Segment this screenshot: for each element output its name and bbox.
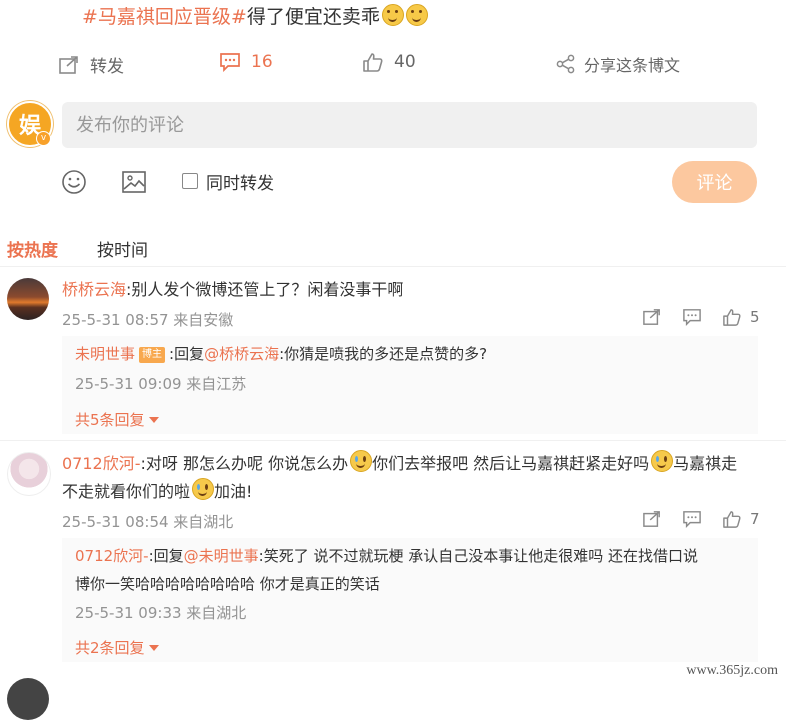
tab-sort-time[interactable]: 按时间 — [97, 236, 148, 261]
comment-text: 桥桥云海:别人发个微博还管上了？闲着没事干啊 — [62, 276, 403, 304]
comment-button[interactable]: 16 — [219, 52, 273, 72]
emoji-picker-icon[interactable] — [61, 169, 87, 195]
comment-body: 加油! — [214, 482, 253, 501]
share-icon — [556, 54, 575, 74]
thumbs-up-icon[interactable] — [722, 308, 742, 326]
repost-icon[interactable] — [642, 510, 662, 528]
comment-actions: 5 — [642, 308, 760, 326]
smile-emoji-icon — [381, 4, 404, 26]
blogger-badge: 博主 — [139, 347, 166, 363]
post-action-bar: 转发 16 40 分享这条博文 — [0, 44, 786, 84]
reply-meta: 25-5-31 09:33 来自湖北 — [75, 604, 247, 622]
post-text: #马嘉祺回应晋级#得了便宜还卖乖 — [82, 2, 428, 29]
divider — [0, 266, 786, 267]
comment-body: :别人发个微博还管上了？闲着没事干啊 — [126, 280, 404, 299]
share-label: 分享这条博文 — [584, 56, 681, 75]
comment-icon[interactable] — [682, 510, 702, 528]
reply-meta: 25-5-31 09:09 来自江苏 — [75, 375, 247, 393]
avatar[interactable] — [7, 278, 49, 320]
crying-emoji-icon — [192, 478, 215, 500]
reply-mention[interactable]: @未明世事 — [184, 547, 259, 565]
post-body: 得了便宜还卖乖 — [246, 6, 380, 28]
more-replies-label: 共2条回复 — [75, 639, 145, 657]
comment-username[interactable]: 桥桥云海 — [62, 280, 126, 299]
repost-checkbox[interactable] — [182, 173, 198, 189]
thumbs-up-icon[interactable] — [722, 510, 742, 528]
verified-badge-icon: v — [36, 131, 51, 146]
reply-username[interactable]: 未明世事 — [75, 345, 135, 363]
reply-prefix: :回复 — [169, 345, 205, 363]
repost-icon — [59, 55, 78, 74]
comment-like-count: 7 — [750, 510, 760, 528]
tab-sort-hot[interactable]: 按热度 — [7, 236, 58, 261]
comment-body: 不走就看你们的啦 — [62, 482, 191, 501]
repost-icon[interactable] — [642, 308, 662, 326]
reply-prefix: :回复 — [148, 547, 184, 565]
reply-body: 博你一笑哈哈哈哈哈哈哈哈 你才是真正的笑话 — [75, 575, 380, 593]
composer-toolbar: 同时转发 — [0, 160, 786, 204]
comment-body: 马嘉祺走 — [673, 454, 738, 473]
crying-emoji-icon — [350, 450, 373, 472]
repost-button[interactable]: 转发 — [58, 52, 124, 77]
comment-icon[interactable] — [682, 308, 702, 326]
image-upload-icon[interactable] — [121, 170, 147, 194]
comment-input[interactable] — [62, 102, 757, 148]
comment-like-count: 5 — [750, 308, 760, 326]
reply-body: :你猜是喷我的多还是点赞的多? — [279, 345, 488, 363]
comment-icon — [220, 53, 240, 72]
repost-label: 转发 — [90, 57, 124, 77]
avatar[interactable] — [7, 452, 51, 496]
comment-body: :对呀 那怎么办呢 你说怎么办 — [140, 454, 349, 473]
smile-emoji-icon — [405, 4, 428, 26]
comment-meta: 25-5-31 08:57 来自安徽 — [62, 311, 234, 329]
comment-text: 0712欣河-:对呀 那怎么办呢 你说怎么办 你们去举报吧 然后让马嘉祺赶紧走好吗… — [62, 450, 752, 506]
more-replies-label: 共5条回复 — [75, 411, 145, 429]
more-replies-link[interactable]: 共5条回复 — [75, 409, 159, 430]
repost-checkbox-label: 同时转发 — [206, 174, 274, 194]
comment-actions: 7 — [642, 510, 760, 528]
watermark: www.365jz.com — [686, 663, 778, 678]
post-hashtag[interactable]: #马嘉祺回应晋级# — [82, 6, 247, 28]
reply-username[interactable]: 0712欣河- — [75, 547, 149, 565]
comment-meta: 25-5-31 08:54 来自湖北 — [62, 513, 234, 531]
submit-comment-button[interactable]: 评论 — [672, 161, 757, 203]
reply-mention[interactable]: @桥桥云海 — [204, 345, 279, 363]
thumbs-up-icon — [363, 53, 383, 72]
reply-text: 未明世事 博主:回复@桥桥云海:你猜是喷我的多还是点赞的多? — [75, 340, 487, 368]
comment-count: 16 — [251, 52, 273, 72]
reply-text: 0712欣河-:回复@未明世事:笑死了 说不过就玩梗 承认自己没本事让他走很难吗… — [75, 542, 755, 598]
reply-body: :笑死了 说不过就玩梗 承认自己没本事让他走很难吗 还在找借口说 — [258, 547, 699, 565]
more-replies-link[interactable]: 共2条回复 — [75, 637, 159, 658]
crying-emoji-icon — [651, 450, 674, 472]
caret-down-icon — [148, 417, 159, 423]
avatar[interactable] — [7, 678, 49, 720]
divider — [0, 440, 786, 441]
share-button[interactable]: 分享这条博文 — [556, 52, 680, 76]
comment-body: 你们去举报吧 然后让马嘉祺赶紧走好吗 — [372, 454, 650, 473]
caret-down-icon — [148, 645, 159, 651]
like-button[interactable]: 40 — [362, 52, 416, 72]
comment-username[interactable]: 0712欣河- — [62, 454, 141, 473]
like-count: 40 — [394, 52, 416, 72]
